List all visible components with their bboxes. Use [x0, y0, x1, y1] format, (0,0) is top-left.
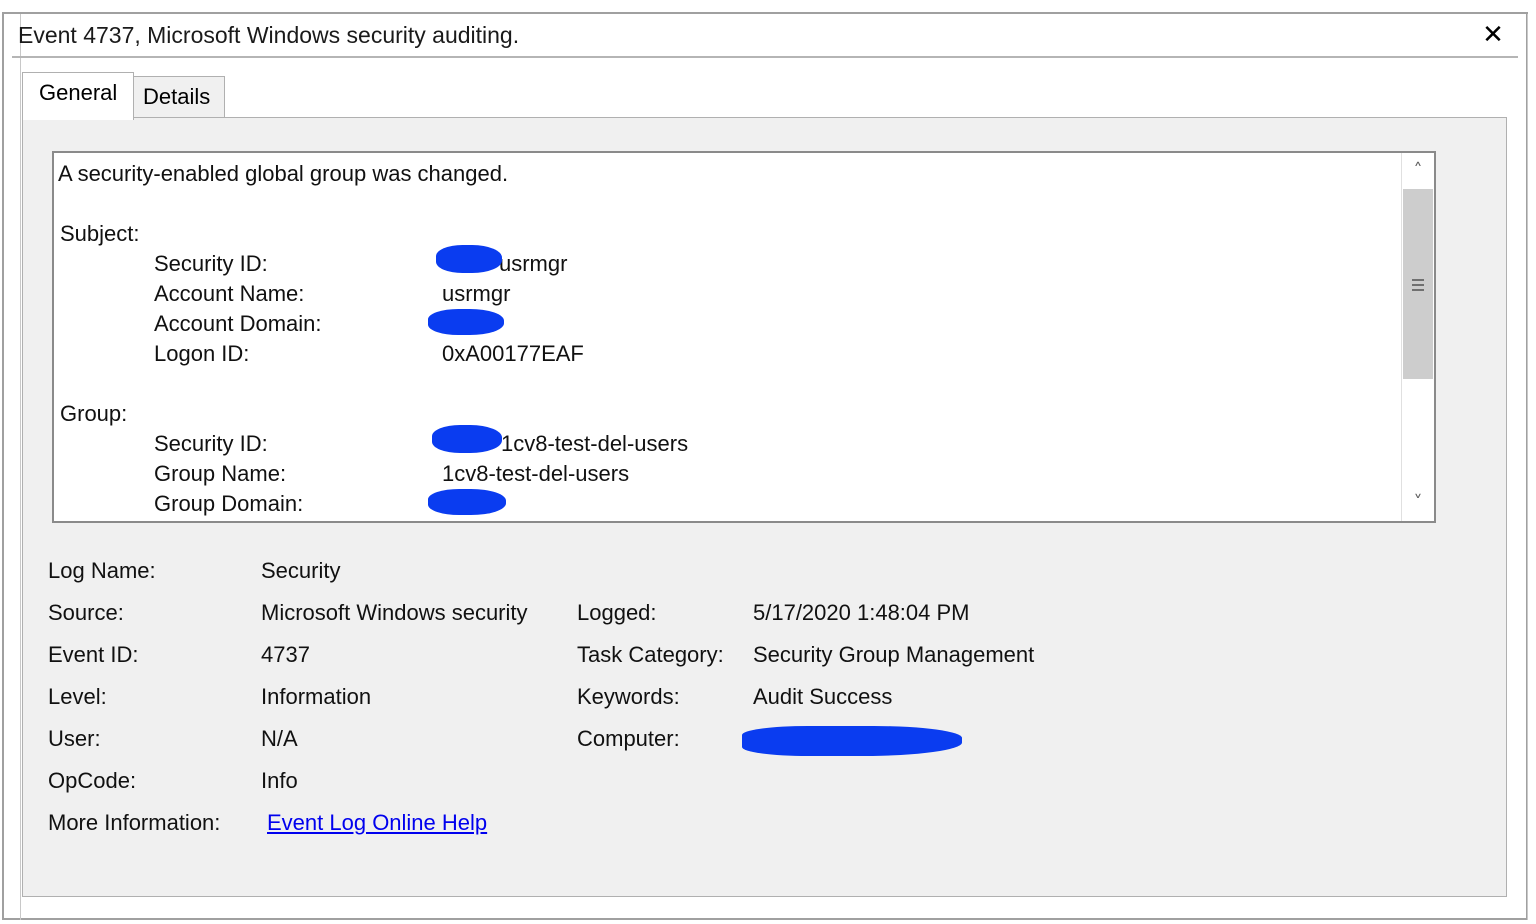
description-headline: A security-enabled global group was chan…: [58, 161, 509, 186]
tab-general-label: General: [39, 80, 118, 105]
event-log-online-help-link[interactable]: Event Log Online Help: [267, 810, 487, 836]
redaction-mark: [436, 245, 502, 273]
subject-security-id-label: Security ID:: [154, 251, 268, 276]
tab-details-label: Details: [143, 84, 211, 109]
subject-heading: Subject:: [60, 221, 140, 246]
tab-details[interactable]: Details: [133, 76, 225, 118]
subject-account-domain-label: Account Domain:: [154, 311, 322, 336]
group-domain-label: Group Domain:: [154, 491, 304, 516]
window-title: Event 4737, Microsoft Windows security a…: [18, 22, 520, 48]
subject-account-name-value: usrmgr: [442, 281, 511, 306]
computer-label: Computer:: [577, 726, 680, 751]
subject-security-id-value: usrmgr: [499, 251, 568, 276]
redaction-mark: [432, 425, 502, 453]
source-value: Microsoft Windows security: [261, 600, 528, 625]
log-name-value: Security: [261, 558, 341, 583]
group-name-value: 1cv8-test-del-users: [442, 461, 630, 486]
event-id-value: 4737: [261, 642, 310, 667]
tab-general[interactable]: General: [22, 72, 134, 120]
scroll-down-button[interactable]: ˅: [1402, 487, 1434, 519]
grip-icon: [1412, 279, 1424, 291]
logged-label: Logged:: [577, 600, 657, 625]
logged-value: 5/17/2020 1:48:04 PM: [753, 600, 970, 625]
level-label: Level:: [48, 684, 107, 709]
group-security-id-value: 1cv8-test-del-users: [501, 431, 689, 456]
source-label: Source:: [48, 600, 124, 625]
redaction-mark: [742, 726, 962, 756]
group-security-id-label: Security ID:: [154, 431, 268, 456]
group-heading: Group:: [60, 401, 128, 426]
level-value: Information: [261, 684, 372, 709]
scroll-up-button[interactable]: ˄: [1402, 155, 1434, 187]
close-button[interactable]: ✕: [1478, 20, 1508, 50]
log-name-label: Log Name:: [48, 558, 156, 583]
opcode-value: Info: [261, 768, 298, 793]
subject-logon-id-value: 0xA00177EAF: [442, 341, 584, 366]
event-description-textbox[interactable]: A security-enabled global group was chan…: [52, 151, 1436, 523]
user-value: N/A: [261, 726, 298, 751]
chevron-up-icon: ˄: [1413, 160, 1423, 181]
subject-account-name-label: Account Name:: [154, 281, 305, 306]
opcode-label: OpCode:: [48, 768, 137, 793]
keywords-label: Keywords:: [577, 684, 680, 709]
group-name-label: Group Name:: [154, 461, 287, 486]
user-label: User:: [48, 726, 101, 751]
task-category-value: Security Group Management: [753, 642, 1035, 667]
more-information-label: More Information:: [48, 810, 221, 835]
close-icon: ✕: [1482, 20, 1504, 50]
redaction-mark: [428, 489, 506, 515]
description-scrollbar[interactable]: ˄ ˅: [1401, 153, 1434, 521]
event-id-label: Event ID:: [48, 642, 139, 667]
scrollbar-thumb[interactable]: [1403, 189, 1433, 379]
task-category-label: Task Category:: [577, 642, 724, 667]
keywords-value: Audit Success: [753, 684, 893, 709]
chevron-down-icon: ˅: [1413, 492, 1423, 513]
title-separator: [12, 56, 1518, 58]
subject-logon-id-label: Logon ID:: [154, 341, 250, 366]
title-bar: Event 4737, Microsoft Windows security a…: [12, 20, 1518, 56]
redaction-mark: [428, 309, 504, 335]
